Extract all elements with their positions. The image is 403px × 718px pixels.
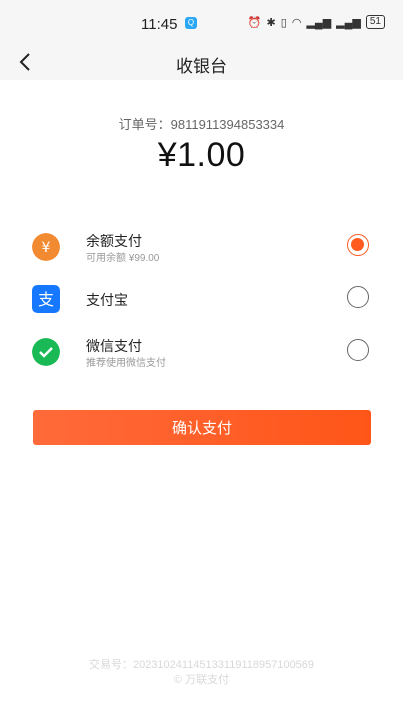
alipay-icon: 支 — [32, 285, 60, 313]
svg-text:支: 支 — [38, 290, 54, 309]
battery-icon: 51 — [365, 15, 385, 29]
radio-wechat[interactable] — [347, 339, 369, 361]
vibrate-icon: ▯ — [280, 16, 287, 29]
radio-alipay[interactable] — [347, 286, 369, 308]
status-time: 11:45 — [141, 16, 178, 33]
trade-label: 交易号： — [88, 659, 133, 671]
payment-method-name: 余额支付 — [86, 233, 142, 249]
status-bar: 11:45 Q ⏰ ✱ ▯ ◠ ▂▄▆ ▂▄▆ 51 — [0, 0, 403, 44]
payment-method-wechat[interactable]: 微信支付 推荐使用微信支付 — [0, 330, 403, 374]
notification-app-icon: Q — [185, 17, 197, 29]
radio-balance[interactable] — [347, 234, 369, 256]
page-title: 收银台 — [176, 57, 227, 76]
payment-method-sub: 推荐使用微信支付 — [86, 358, 166, 369]
trade-number: 20231024114513311911895710​0569 — [132, 659, 315, 671]
payment-method-name: 微信支付 — [86, 338, 142, 354]
order-number: 9811911394853334 — [170, 117, 285, 132]
payment-method-alipay[interactable]: 支 支付宝 — [0, 277, 403, 321]
copyright-text: © 万联支付 — [173, 674, 230, 686]
order-number-line: 订单号：9811911394853334 — [0, 114, 403, 133]
nav-bar: 收银台 — [0, 44, 403, 80]
alarm-icon: ⏰ — [247, 16, 262, 29]
bluetooth-icon: ✱ — [266, 16, 276, 29]
payment-method-balance[interactable]: ¥ 余额支付 可用余额 ¥99.00 — [0, 225, 403, 269]
order-label: 订单号： — [118, 117, 171, 132]
status-icons: ⏰ ✱ ▯ ◠ ▂▄▆ ▂▄▆ 51 — [248, 15, 385, 29]
payment-method-sub: 可用余额 ¥99.00 — [86, 253, 160, 264]
yen-coin-icon: ¥ — [32, 233, 60, 261]
wechat-pay-icon — [32, 338, 60, 366]
signal-icon-2: ▂▄▆ — [336, 16, 361, 29]
trade-number-line: 交易号：20231024114513311911895710​0569 — [0, 656, 403, 672]
svg-text:¥: ¥ — [42, 240, 51, 256]
payment-amount: ¥1.00 — [157, 136, 246, 174]
payment-method-name: 支付宝 — [86, 292, 128, 308]
confirm-payment-button[interactable]: 确认支付 — [33, 410, 371, 445]
wifi-icon: ◠ — [291, 16, 302, 29]
signal-icon: ▂▄▆ — [306, 16, 332, 29]
